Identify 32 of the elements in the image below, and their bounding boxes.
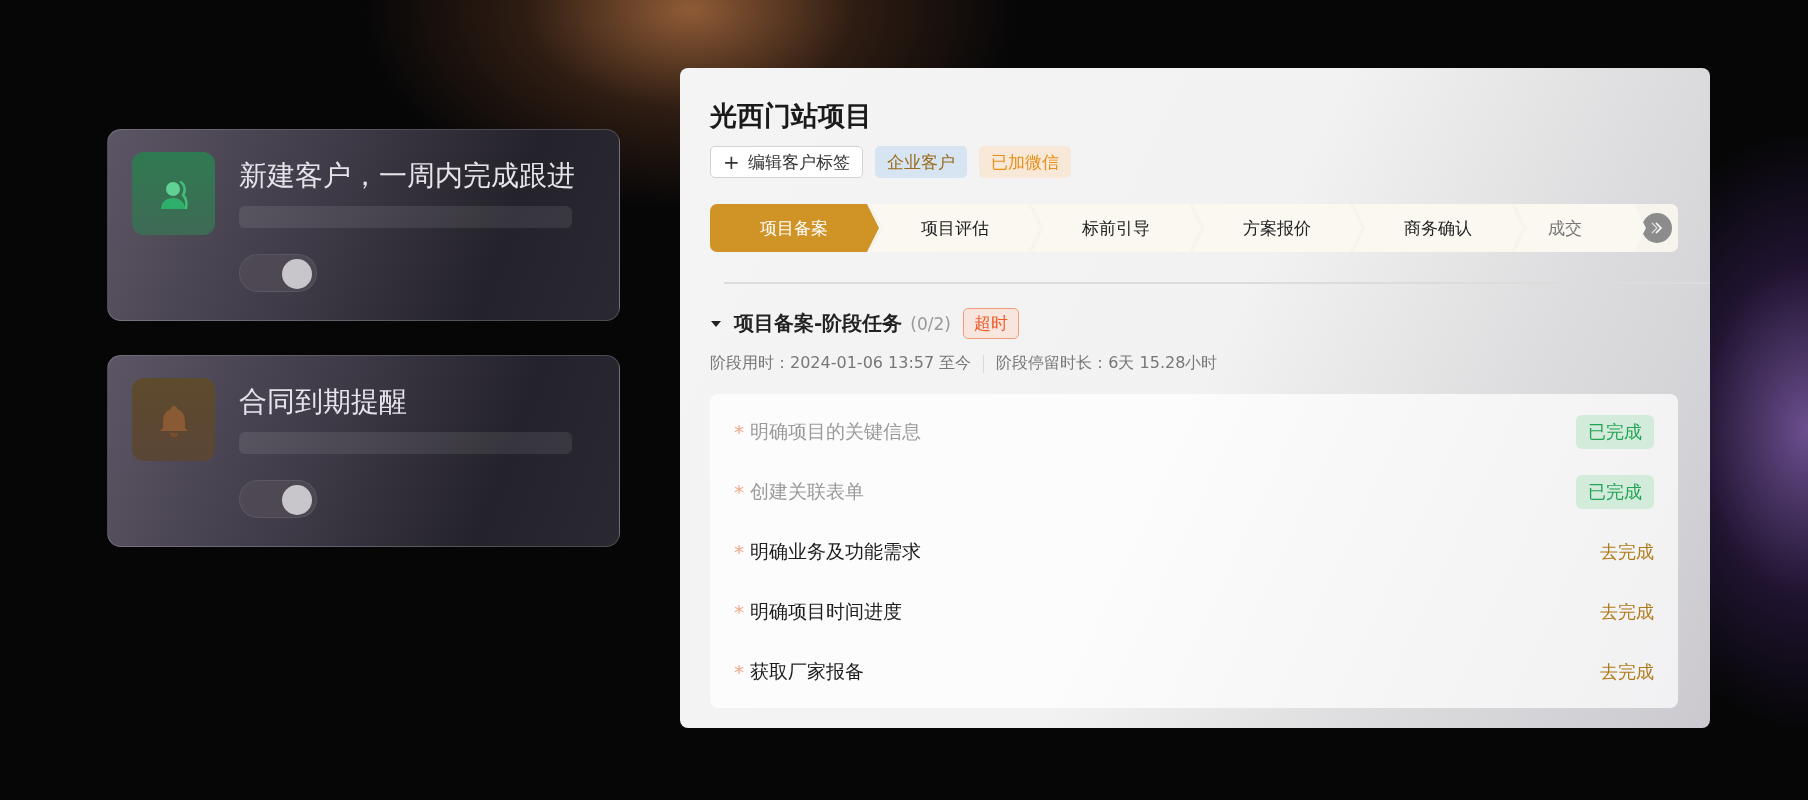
task-count: (0/2) <box>910 313 951 334</box>
tag-label: 企业客户 <box>874 146 967 178</box>
required-mark: * <box>734 480 744 504</box>
stage-tab[interactable]: 项目评估 <box>870 204 1040 252</box>
task-label: 获取厂家报备 <box>750 659 865 684</box>
stage-tab[interactable]: 商务确认 <box>1353 204 1523 252</box>
stage-time: 阶段用时：2024-01-06 13:57 至今 <box>710 353 972 374</box>
required-mark: * <box>734 420 744 444</box>
required-mark: * <box>734 540 744 564</box>
stage-duration: 阶段停留时长：6天 15.28小时 <box>996 353 1218 374</box>
task-label: 明确项目时间进度 <box>750 599 903 624</box>
status-badge: 已完成 <box>1576 415 1654 449</box>
section-title: 项目备案-阶段任务 <box>734 310 903 337</box>
task-label: 创建关联表单 <box>750 479 865 504</box>
toggle-switch[interactable] <box>239 480 317 518</box>
task-label: 明确项目的关键信息 <box>750 419 922 444</box>
reminder-title: 合同到期提醒 <box>239 384 408 420</box>
next-button[interactable] <box>1641 213 1672 243</box>
stage-tab[interactable]: 成交 <box>1514 204 1646 252</box>
status-badge: 已完成 <box>1576 475 1654 509</box>
project-title: 光西门站项目 <box>710 99 873 133</box>
edit-tags-button[interactable]: + 编辑客户标签 <box>710 146 863 178</box>
plus-icon: + <box>723 150 740 174</box>
stage-tab[interactable]: 标前引导 <box>1031 204 1201 252</box>
task-label: 明确业务及功能需求 <box>750 539 922 564</box>
toggle-switch[interactable] <box>239 254 317 292</box>
stage-tab[interactable]: 方案报价 <box>1192 204 1362 252</box>
required-mark: * <box>734 600 744 624</box>
tag-label: 已加微信 <box>978 146 1071 178</box>
reminder-title: 新建客户，一周内完成跟进 <box>239 158 576 194</box>
overdue-badge: 超时 <box>962 308 1019 339</box>
required-mark: * <box>734 660 744 684</box>
